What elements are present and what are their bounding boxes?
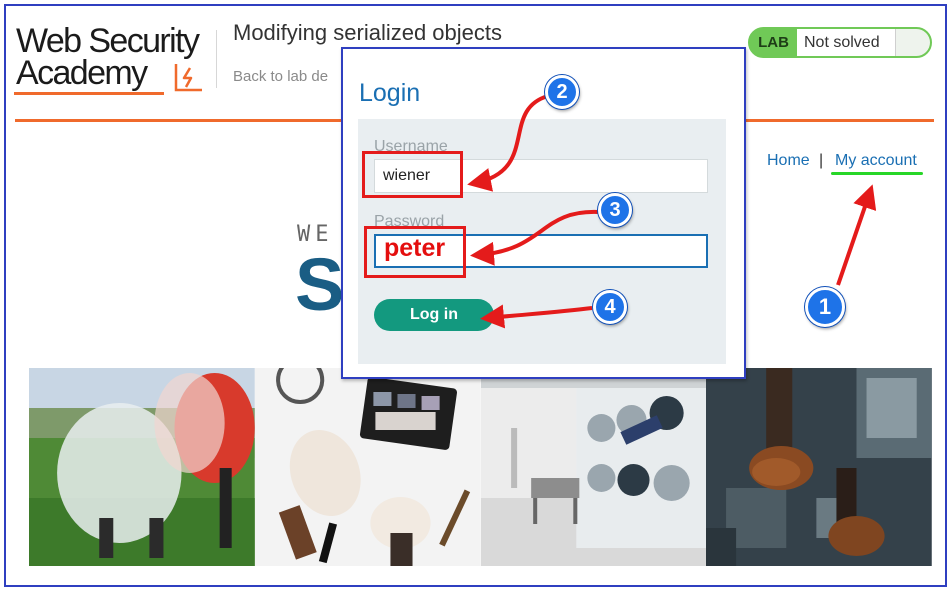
product-tile-makeup[interactable] [254,368,481,566]
product-grid [29,368,932,566]
nav-home-link[interactable]: Home [767,152,810,170]
password-highlight-box [364,226,466,278]
back-to-lab-link[interactable]: Back to lab de [233,68,328,85]
login-title: Login [359,79,421,107]
step-marker-3: 3 [598,193,632,227]
lab-status-widget: LAB Not solved [748,27,932,58]
nav-separator: | [819,152,824,169]
product-tile-laundromat[interactable] [480,368,707,566]
lab-badge: LAB [758,34,789,51]
web-security-academy-logo[interactable]: Web Security Academy [14,22,214,100]
step-marker-2: 2 [545,75,579,109]
laundromat-image [480,368,707,566]
shop-banner-letter: S [295,243,345,326]
nav-my-account-link[interactable]: My account [835,152,917,170]
header-divider [216,30,217,88]
username-highlight-box [362,151,463,198]
lab-state: Not solved [797,29,896,56]
lightning-bolt-icon [174,64,202,92]
step-marker-1: 1 [805,287,845,327]
my-account-highlight-underline [831,172,923,175]
makeup-brushes-image [254,368,481,566]
product-tile-bubble-football[interactable] [29,368,255,566]
bubble-football-image [29,368,255,566]
step-marker-4: 4 [593,290,627,324]
lab-title: Modifying serialized objects [233,20,503,45]
logo-text-line2: Academy [16,54,148,92]
lab-status-end [896,29,930,56]
skyscraper-feet-image [706,368,932,566]
login-button[interactable]: Log in [374,299,494,331]
login-modal: Login Username wiener Password peter Log… [341,47,746,379]
product-tile-skyscraper[interactable] [706,368,932,566]
logo-underline [14,92,164,95]
